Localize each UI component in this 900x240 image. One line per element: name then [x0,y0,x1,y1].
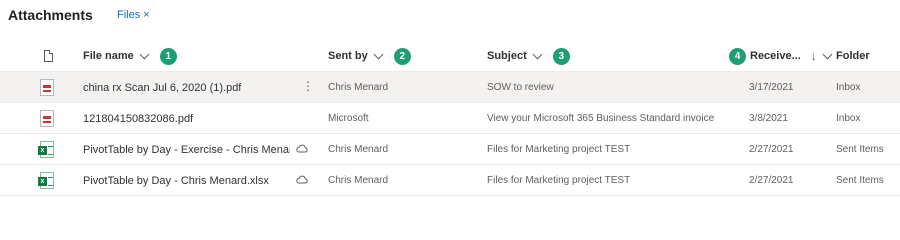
table-row[interactable]: x PivotTable by Day - Exercise - Chris M… [0,134,900,165]
chevron-down-icon [532,49,543,59]
filter-chip-files[interactable]: Files × [117,9,150,21]
folder: Inbox [836,82,861,93]
table-row[interactable]: x PivotTable by Day - Chris Menard.xlsx … [0,165,900,196]
page-title: Attachments [8,7,93,23]
subject: Files for Marketing project TEST [487,175,631,186]
column-subject[interactable]: Subject 3 [487,40,570,72]
more-options-icon[interactable]: ⋮ [302,80,314,92]
column-folder-label: Folder [836,50,870,62]
table-row[interactable]: 121804150832086.pdf Microsoft View your … [0,103,900,134]
chevron-down-icon [822,49,833,59]
received-date: 2/27/2021 [749,144,794,155]
column-received[interactable]: 4 Receive... ↓ [729,40,833,72]
file-name[interactable]: PivotTable by Day - Chris Menard.xlsx [83,165,290,196]
folder: Sent Items [836,175,884,186]
chevron-down-icon [373,49,384,59]
column-subject-label: Subject [487,50,527,62]
folder: Inbox [836,113,861,124]
subject: SOW to review [487,82,554,93]
folder: Sent Items [836,144,884,155]
file-name[interactable]: PivotTable by Day - Exercise - Chris Men… [83,134,290,165]
sent-by: Chris Menard [328,144,389,155]
column-sent-by[interactable]: Sent by 2 [328,40,411,72]
column-file-name[interactable]: File name 1 [83,40,177,72]
column-received-label: Receive... [750,50,801,62]
subject: Files for Marketing project TEST [487,144,631,155]
column-file-name-label: File name [83,50,134,62]
sent-by: Chris Menard [328,175,389,186]
received-date: 3/17/2021 [749,82,794,93]
pdf-icon [40,79,54,96]
filter-chip-label: Files [117,9,141,21]
file-type-icon[interactable] [44,50,53,62]
sent-by: Microsoft [328,113,369,124]
badge-2: 2 [393,47,411,65]
close-icon[interactable]: × [143,9,149,21]
received-date: 2/27/2021 [749,175,794,186]
subject: View your Microsoft 365 Business Standar… [487,113,715,124]
badge-3: 3 [552,47,570,65]
received-date: 3/8/2021 [749,113,788,124]
column-folder[interactable]: Folder [836,40,870,72]
column-header-row: File name 1 Sent by 2 Subject 3 4 Receiv… [0,40,900,72]
cloud-icon[interactable] [296,175,308,184]
badge-1: 1 [159,47,177,65]
file-name[interactable]: 121804150832086.pdf [83,103,288,134]
pdf-icon [40,110,54,127]
excel-icon: x [38,141,54,158]
table-row[interactable]: china rx Scan Jul 6, 2020 (1).pdf ⋮ Chri… [0,72,900,103]
top-bar: Attachments Files × [0,0,900,30]
cloud-icon[interactable] [296,144,308,153]
file-name[interactable]: china rx Scan Jul 6, 2020 (1).pdf [83,72,288,103]
column-sent-by-label: Sent by [328,50,368,62]
excel-icon: x [38,172,54,189]
sent-by: Chris Menard [328,82,389,93]
chevron-down-icon [139,49,150,59]
sort-arrow-down-icon: ↓ [810,49,817,63]
badge-4: 4 [729,47,746,65]
